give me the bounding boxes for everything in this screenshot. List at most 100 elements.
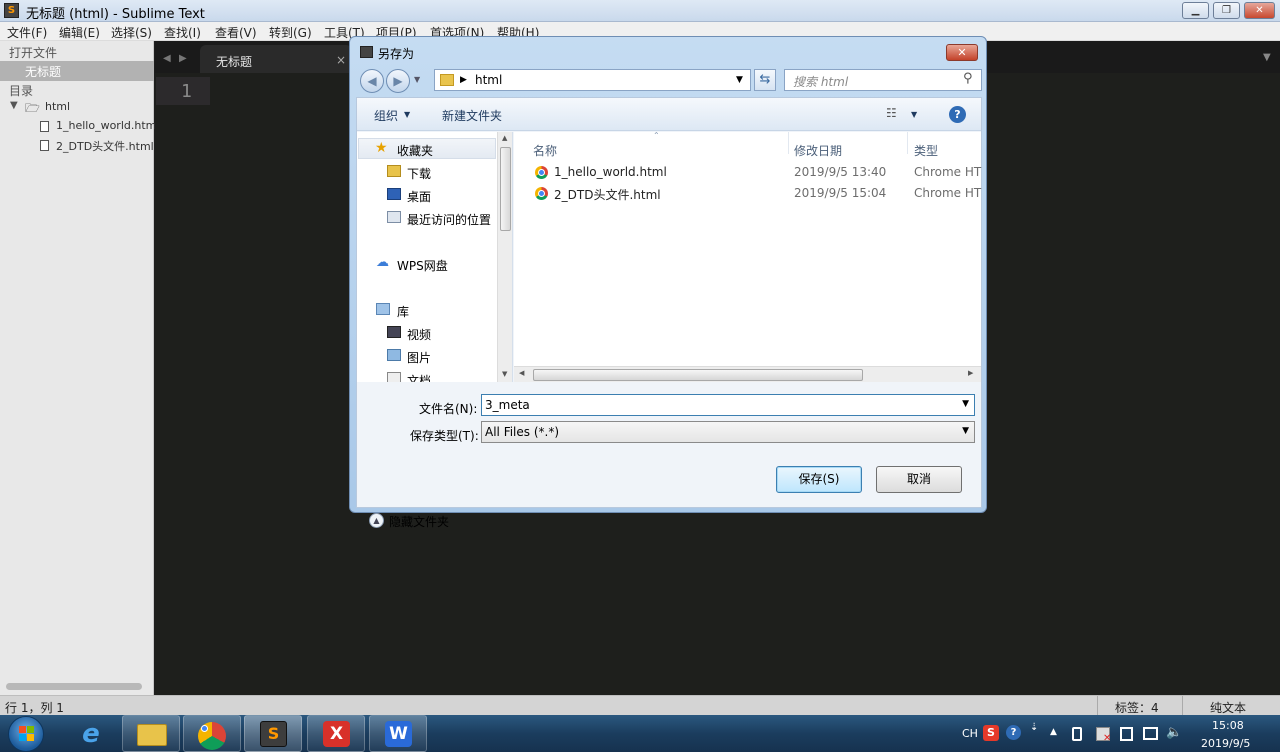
recent-places-icon	[387, 211, 401, 223]
tab-overflow-icon[interactable]: ▼	[1263, 52, 1271, 63]
line-number: 1	[181, 81, 192, 102]
chrome-file-icon	[535, 187, 548, 200]
forward-arrow-icon[interactable]: ▶	[386, 69, 410, 93]
sidebar-file-1[interactable]: 1_hello_world.html	[56, 119, 159, 132]
usb-tray-icon[interactable]	[1072, 727, 1082, 741]
menu-edit[interactable]: 编辑(E)	[59, 24, 100, 41]
taskbar-sublime[interactable]: S	[244, 715, 302, 752]
dialog-toolbar: 组织 ▼ 新建文件夹 ☷ ▼ ?	[357, 98, 981, 131]
status-bar: 行 1，列 1 标签：4 纯文本	[0, 695, 1280, 716]
minimize-button[interactable]: ▁	[1182, 2, 1209, 19]
editor-tab[interactable]: 无标题 ×	[200, 45, 352, 73]
view-dropdown-icon[interactable]: ▼	[911, 110, 917, 119]
nav-libraries[interactable]: 库	[397, 303, 409, 320]
view-list-icon[interactable]: ☷	[886, 106, 897, 120]
tab-close-icon[interactable]: ×	[336, 53, 346, 67]
filename-input[interactable]: 3_meta ▼	[481, 394, 975, 416]
tab-label: 无标题	[216, 55, 253, 69]
hide-folders-label[interactable]: 隐藏文件夹	[389, 513, 449, 530]
volume-icon[interactable]: 🔈	[1166, 725, 1182, 740]
organize-button[interactable]: 组织	[374, 107, 398, 124]
new-folder-button[interactable]: 新建文件夹	[442, 107, 502, 124]
maximize-button[interactable]: ❐	[1213, 2, 1240, 19]
scroll-thumb[interactable]	[533, 369, 863, 381]
syntax-mode[interactable]: 纯文本	[1210, 699, 1246, 716]
ime-options-icon[interactable]: ⇣	[1030, 722, 1038, 733]
address-bar[interactable]: ▶ html ▼	[434, 69, 751, 91]
nav-wps-cloud[interactable]: WPS网盘	[397, 257, 448, 274]
file-name[interactable]: 2_DTD头文件.html	[554, 186, 661, 203]
search-icon[interactable]: ⚲	[963, 71, 973, 86]
filetype-select[interactable]: All Files (*.*) ▼	[481, 421, 975, 443]
address-dropdown-icon[interactable]: ▼	[736, 75, 743, 85]
language-indicator[interactable]: CH	[962, 727, 978, 740]
sort-asc-icon: ⌃	[653, 131, 660, 140]
chevron-down-icon[interactable]: ▼	[404, 110, 410, 119]
clock-date[interactable]: 2019/9/5	[1201, 737, 1250, 750]
show-hidden-icons-icon[interactable]: ▲	[1050, 727, 1057, 737]
search-input[interactable]: 搜索 html ⚲	[784, 69, 982, 91]
menu-selection[interactable]: 选择(S)	[111, 24, 152, 41]
scroll-thumb[interactable]	[500, 147, 511, 231]
taskbar-chrome[interactable]	[183, 715, 241, 752]
nav-desktop[interactable]: 桌面	[407, 188, 431, 205]
back-arrow-icon[interactable]: ◀	[360, 69, 384, 93]
cancel-button[interactable]: 取消	[876, 466, 962, 493]
menu-find[interactable]: 查找(I)	[164, 24, 201, 41]
nav-favorites[interactable]: 收藏夹	[397, 142, 433, 159]
ie-icon[interactable]: e	[77, 720, 105, 748]
column-modified[interactable]: 修改日期	[794, 142, 842, 159]
open-file-item[interactable]: 无标题	[25, 63, 61, 80]
open-file-selected[interactable]	[0, 61, 154, 81]
cursor-position: 行 1，列 1	[5, 701, 64, 715]
chevron-up-icon[interactable]: ▲	[369, 513, 384, 528]
scroll-right-icon[interactable]: ▶	[968, 369, 973, 377]
save-button[interactable]: 保存(S)	[776, 466, 862, 493]
nav-documents[interactable]: 文档	[407, 372, 431, 382]
taskbar-wps-x[interactable]: X	[307, 715, 365, 752]
taskbar-wps-w[interactable]: W	[369, 715, 427, 752]
close-window-button[interactable]: ✕	[1244, 2, 1275, 19]
sidebar-file-2[interactable]: 2_DTD头文件.html	[56, 138, 154, 154]
tab-left-arrow-icon[interactable]: ◀	[163, 53, 171, 64]
clock-time[interactable]: 15:08	[1212, 719, 1244, 732]
help-tray-icon[interactable]: ?	[1006, 725, 1021, 740]
scroll-up-icon[interactable]: ▲	[502, 134, 507, 142]
start-button[interactable]	[8, 716, 44, 752]
help-icon[interactable]: ?	[949, 106, 966, 123]
nav-downloads[interactable]: 下载	[407, 165, 431, 182]
refresh-icon[interactable]: ⇆	[754, 69, 776, 91]
breadcrumb-arrow-icon[interactable]: ▶	[460, 75, 467, 85]
chevron-down-icon[interactable]: ▼	[962, 426, 969, 436]
nav-pictures[interactable]: 图片	[407, 349, 431, 366]
nav-recent[interactable]: 最近访问的位置	[407, 211, 491, 228]
sogou-ime-icon[interactable]: S	[983, 725, 999, 741]
chevron-down-icon[interactable]: ▼	[10, 100, 18, 111]
sidebar-scrollbar[interactable]	[6, 683, 142, 690]
dialog-close-button[interactable]: ✕	[946, 44, 978, 61]
tab-right-arrow-icon[interactable]: ▶	[179, 53, 187, 64]
chevron-down-icon[interactable]: ▼	[962, 399, 969, 409]
column-name[interactable]: 名称	[533, 142, 557, 159]
nav-videos[interactable]: 视频	[407, 326, 431, 343]
taskbar-explorer[interactable]	[122, 715, 180, 752]
file-list-scrollbar[interactable]: ◀ ▶	[514, 366, 981, 382]
network-icon[interactable]	[1143, 727, 1158, 740]
file-name[interactable]: 1_hello_world.html	[554, 165, 667, 179]
menu-file[interactable]: 文件(F)	[7, 24, 47, 41]
scroll-down-icon[interactable]: ▼	[502, 370, 507, 378]
scroll-left-icon[interactable]: ◀	[519, 369, 524, 377]
open-files-label: 打开文件	[9, 46, 58, 60]
recent-locations-icon[interactable]: ▼	[414, 75, 420, 84]
window-title: 无标题 (html) - Sublime Text	[26, 7, 205, 22]
documents-icon	[387, 372, 401, 382]
device-tray-icon[interactable]	[1120, 727, 1133, 741]
folder-item-html[interactable]: html	[45, 100, 70, 113]
breadcrumb-folder[interactable]: html	[475, 73, 502, 87]
tab-size[interactable]: 标签：4	[1115, 699, 1159, 716]
menu-goto[interactable]: 转到(G)	[269, 24, 312, 41]
nav-pane-scrollbar[interactable]: ▲ ▼	[497, 132, 512, 382]
menu-view[interactable]: 查看(V)	[215, 24, 257, 41]
flag-tray-icon[interactable]: ✕	[1096, 727, 1111, 744]
column-type[interactable]: 类型	[914, 142, 938, 159]
